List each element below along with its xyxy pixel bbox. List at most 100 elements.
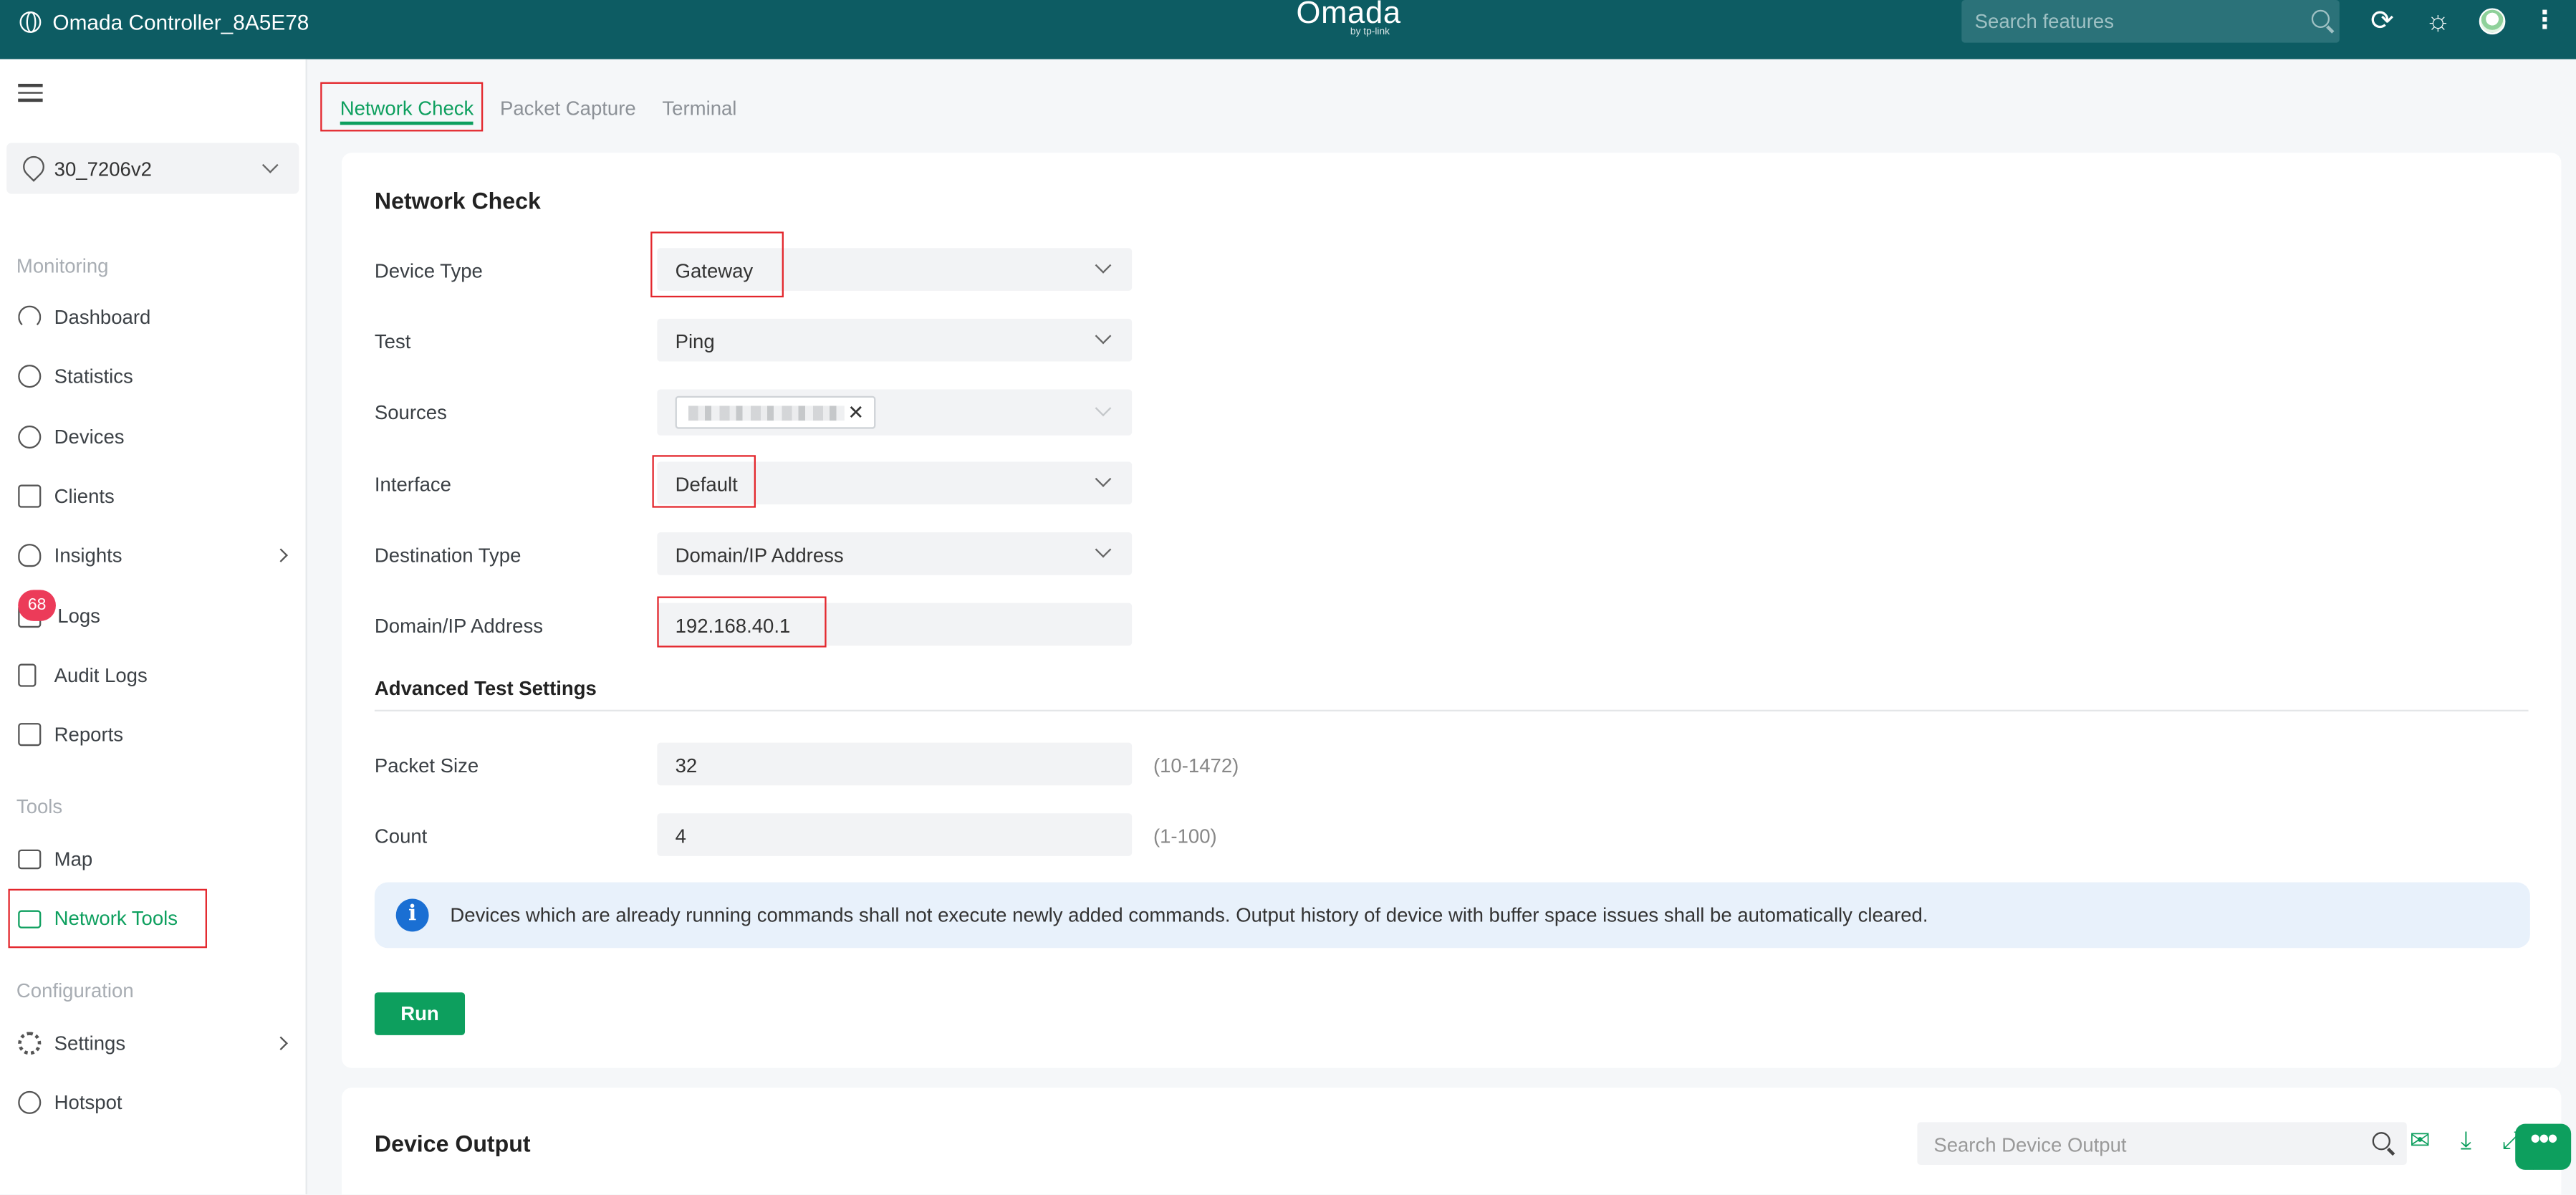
test-select[interactable]: Ping	[657, 318, 1133, 362]
sidebar-item-label: Logs	[57, 604, 100, 628]
dashboard-icon	[18, 305, 42, 329]
clients-icon	[18, 484, 42, 508]
chevron-down-icon	[1095, 541, 1112, 558]
sidebar-item-map[interactable]: Map	[0, 836, 306, 882]
source-tag: ✕	[675, 395, 876, 429]
advanced-settings-title: Advanced Test Settings	[374, 676, 597, 700]
info-text: Devices which are already running comman…	[450, 903, 1928, 927]
device-type-select[interactable]: Gateway	[657, 248, 1133, 291]
lightbulb-icon	[18, 544, 42, 567]
top-bar: Omada Controller_8A5E78 Omada by tp-link…	[0, 0, 2576, 59]
hotspot-icon	[18, 1090, 42, 1114]
more-options-icon[interactable]: ⋮	[2529, 5, 2562, 38]
sidebar-item-label: Hotspot	[54, 1090, 122, 1114]
user-avatar[interactable]	[2479, 8, 2506, 35]
chevron-down-icon	[1095, 327, 1112, 345]
interface-value: Default	[675, 473, 738, 496]
sidebar-item-hotspot[interactable]: Hotspot	[0, 1080, 306, 1126]
logo-sub: by tp-link	[1350, 27, 1390, 38]
count-input[interactable]: 4	[657, 813, 1133, 856]
chat-support-button[interactable]: •••	[2515, 1124, 2572, 1170]
app-root: Omada Controller_8A5E78 Omada by tp-link…	[0, 0, 2576, 1195]
site-selector[interactable]: 30_7206v2	[6, 143, 299, 194]
remove-tag-icon[interactable]: ✕	[847, 401, 864, 424]
run-button[interactable]: Run	[374, 992, 466, 1035]
refresh-icon[interactable]: ⟳	[2365, 5, 2398, 38]
domain-ip-input[interactable]: 192.168.40.1	[657, 603, 1133, 646]
device-output-search-placeholder: Search Device Output	[1933, 1133, 2127, 1157]
info-banner: i Devices which are already running comm…	[374, 882, 2530, 949]
controller-name: Omada Controller_8A5E78	[52, 9, 309, 34]
packet-size-input[interactable]: 32	[657, 742, 1133, 786]
location-pin-icon	[23, 156, 41, 179]
sidebar-item-label: Insights	[54, 544, 122, 567]
pie-chart-icon	[18, 365, 42, 388]
chevron-right-icon	[274, 1036, 288, 1051]
network-check-card: Network Check Device Type Gateway Test P…	[342, 153, 2562, 1068]
sidebar-item-statistics[interactable]: Statistics	[0, 353, 306, 399]
device-type-value: Gateway	[675, 259, 754, 283]
sidebar-item-label: Statistics	[54, 365, 133, 388]
packet-size-hint: (10-1472)	[1153, 754, 1239, 777]
download-icon[interactable]: ⤓	[2451, 1127, 2481, 1156]
search-icon[interactable]	[2372, 1132, 2390, 1151]
tab-packet-capture[interactable]: Packet Capture	[500, 80, 636, 131]
collapse-sidebar-icon[interactable]	[18, 83, 43, 105]
network-check-title: Network Check	[374, 187, 541, 214]
sidebar-item-network-tools[interactable]: Network Tools	[0, 896, 306, 941]
sidebar-item-audit-logs[interactable]: Audit Logs	[0, 652, 306, 698]
sidebar-item-label: Audit Logs	[54, 663, 148, 687]
sidebar-item-dashboard[interactable]: Dashboard	[0, 294, 306, 340]
packet-size-value: 32	[675, 754, 698, 777]
count-label: Count	[374, 825, 428, 848]
sources-select[interactable]: ✕	[657, 389, 1133, 436]
section-tools: Tools	[16, 795, 63, 819]
count-value: 4	[675, 825, 686, 848]
chevron-down-icon	[1095, 471, 1112, 487]
sources-label: Sources	[374, 400, 447, 424]
reports-icon	[18, 723, 42, 747]
logo-brand: Omada	[1296, 0, 1401, 32]
device-output-title: Device Output	[374, 1130, 531, 1157]
devices-icon	[18, 425, 42, 449]
email-icon[interactable]: ✉	[2406, 1127, 2435, 1156]
sidebar-item-label: Settings	[54, 1032, 126, 1055]
tab-terminal[interactable]: Terminal	[662, 80, 736, 131]
test-label: Test	[374, 330, 411, 354]
theme-sun-icon[interactable]: ☼	[2421, 5, 2454, 38]
destination-type-select[interactable]: Domain/IP Address	[657, 532, 1133, 575]
tab-network-check[interactable]: Network Check	[340, 80, 474, 125]
destination-type-label: Destination Type	[374, 544, 522, 567]
count-hint: (1-100)	[1153, 825, 1217, 848]
sidebar-item-label: Clients	[54, 484, 115, 508]
device-output-card: Device Output Search Device Output ✉ ⤓ ⤢	[342, 1088, 2562, 1195]
device-output-search-input[interactable]: Search Device Output	[1917, 1122, 2407, 1166]
audit-logs-icon	[18, 663, 37, 687]
interface-select[interactable]: Default	[657, 461, 1133, 505]
chevron-right-icon	[274, 548, 288, 562]
section-monitoring: Monitoring	[16, 254, 109, 278]
search-features-input[interactable]: Search features	[1961, 0, 2340, 43]
chevron-down-icon	[261, 157, 279, 173]
sidebar-item-label: Dashboard	[54, 305, 151, 329]
advanced-divider	[374, 709, 2529, 712]
sidebar-item-settings[interactable]: Settings	[0, 1020, 306, 1066]
search-icon[interactable]	[2311, 9, 2330, 28]
test-value: Ping	[675, 330, 715, 354]
redacted-source-name	[688, 405, 845, 421]
chevron-down-icon	[1095, 257, 1112, 274]
sidebar-item-reports[interactable]: Reports	[0, 711, 306, 757]
logs-count-badge: 68	[18, 590, 56, 621]
packet-size-label: Packet Size	[374, 754, 479, 777]
site-name: 30_7206v2	[54, 158, 152, 181]
globe-icon	[19, 10, 42, 32]
sidebar-item-label: Map	[54, 848, 93, 871]
sidebar-item-clients[interactable]: Clients	[0, 473, 306, 519]
sidebar-item-devices[interactable]: Devices	[0, 414, 306, 460]
chevron-down-icon	[1095, 400, 1112, 417]
info-icon: i	[395, 898, 429, 932]
sidebar-item-insights[interactable]: Insights	[0, 532, 306, 578]
domain-ip-value: 192.168.40.1	[675, 614, 791, 638]
domain-ip-label: Domain/IP Address	[374, 614, 543, 638]
sidebar-item-label: Devices	[54, 425, 125, 449]
